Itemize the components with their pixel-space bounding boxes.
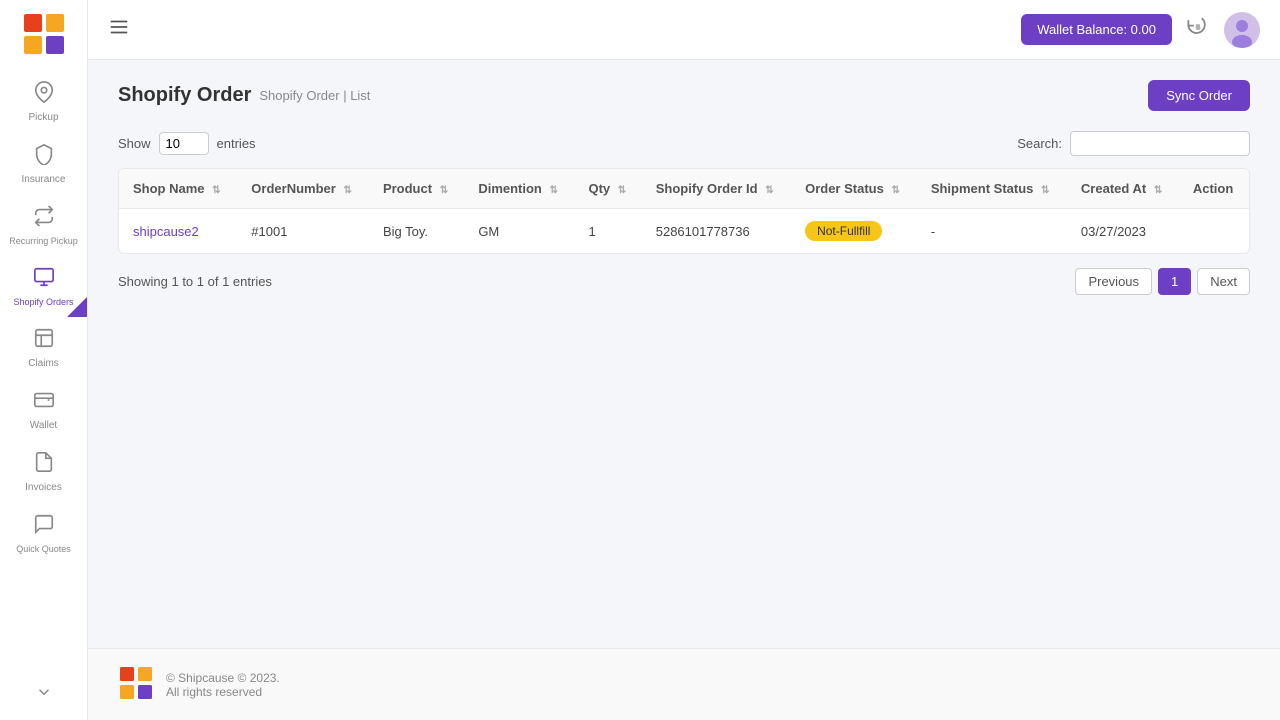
- col-shipment-status[interactable]: Shipment Status ⇅: [917, 169, 1067, 209]
- sidebar-item-recurring-label: Recurring Pickup: [5, 236, 82, 246]
- search-area: Search:: [1017, 131, 1250, 156]
- sidebar-item-wallet[interactable]: Wallet: [0, 379, 87, 441]
- search-label: Search:: [1017, 136, 1062, 151]
- sort-dimention-icon: ⇅: [550, 185, 558, 196]
- invoices-icon: [33, 451, 55, 479]
- sort-order-number-icon: ⇅: [343, 185, 351, 196]
- sidebar: Pickup Insurance Recurring Pickup Shopif…: [0, 0, 88, 720]
- footer-copyright: © Shipcause © 2023.: [166, 671, 280, 685]
- footer-logo: [118, 665, 154, 704]
- recurring-pickup-icon: [33, 205, 55, 233]
- pagination: Previous 1 Next: [1075, 268, 1250, 295]
- next-page-button[interactable]: Next: [1197, 268, 1250, 295]
- cell-created-at: 03/27/2023: [1067, 209, 1179, 254]
- sidebar-item-shopify-orders[interactable]: Shopify Orders: [0, 256, 87, 317]
- cell-order-status: Not-Fullfill: [791, 209, 917, 254]
- col-action: Action: [1179, 169, 1249, 209]
- wallet-balance-button[interactable]: Wallet Balance: 0.00: [1021, 14, 1172, 45]
- header: Wallet Balance: 0.00: [88, 0, 1280, 60]
- main-content: Wallet Balance: 0.00 Shopify O: [88, 0, 1280, 720]
- sort-created-at-icon: ⇅: [1154, 185, 1162, 196]
- sidebar-item-claims-label: Claims: [28, 358, 59, 369]
- col-dimention[interactable]: Dimention ⇅: [464, 169, 574, 209]
- chevron-down-icon: [35, 683, 53, 707]
- previous-page-button[interactable]: Previous: [1075, 268, 1152, 295]
- header-right: Wallet Balance: 0.00: [1021, 12, 1260, 48]
- hamburger-icon[interactable]: [108, 16, 130, 43]
- cell-shipment-status: -: [917, 209, 1067, 254]
- sidebar-item-wallet-label: Wallet: [30, 420, 57, 431]
- show-entries-area: Show entries: [118, 132, 256, 155]
- header-left: [108, 16, 130, 43]
- quick-quotes-icon: [33, 513, 55, 541]
- sidebar-item-quick-quotes-label: Quick Quotes: [12, 544, 75, 554]
- cell-qty: 1: [574, 209, 641, 254]
- shopify-orders-icon: [33, 266, 55, 294]
- breadcrumb: Shopify Order | List: [259, 88, 370, 103]
- cell-dimention: GM: [464, 209, 574, 254]
- avatar[interactable]: [1224, 12, 1260, 48]
- wallet-icon: [33, 389, 55, 417]
- page-header: Shopify Order Shopify Order | List Sync …: [118, 80, 1250, 111]
- showing-text: Showing 1 to 1 of 1 entries: [118, 274, 272, 289]
- col-order-status[interactable]: Order Status ⇅: [791, 169, 917, 209]
- footer-rights: All rights reserved: [166, 685, 280, 699]
- refresh-icon[interactable]: [1187, 16, 1209, 43]
- sidebar-item-insurance[interactable]: Insurance: [0, 133, 87, 195]
- entries-label: entries: [217, 136, 256, 151]
- col-order-number[interactable]: OrderNumber ⇅: [237, 169, 369, 209]
- insurance-icon: [33, 143, 55, 171]
- sort-product-icon: ⇅: [440, 185, 448, 196]
- sidebar-item-pickup-label: Pickup: [28, 112, 58, 123]
- sidebar-logo: [20, 10, 68, 61]
- sidebar-item-invoices-label: Invoices: [25, 482, 62, 493]
- sort-shop-name-icon: ⇅: [212, 185, 220, 196]
- col-qty[interactable]: Qty ⇅: [574, 169, 641, 209]
- sidebar-item-shopify-label: Shopify Orders: [9, 297, 77, 307]
- sidebar-item-insurance-label: Insurance: [22, 174, 66, 185]
- cell-action: [1179, 209, 1249, 254]
- col-shopify-order-id[interactable]: Shopify Order Id ⇅: [642, 169, 791, 209]
- table-wrapper: Shop Name ⇅ OrderNumber ⇅ Product ⇅ Di: [118, 168, 1250, 254]
- pagination-area: Showing 1 to 1 of 1 entries Previous 1 N…: [118, 268, 1250, 295]
- sort-shipment-status-icon: ⇅: [1041, 185, 1049, 196]
- page-title-area: Shopify Order Shopify Order | List: [118, 84, 370, 107]
- sidebar-item-recurring-pickup[interactable]: Recurring Pickup: [0, 195, 87, 256]
- search-input[interactable]: [1070, 131, 1250, 156]
- col-created-at[interactable]: Created At ⇅: [1067, 169, 1179, 209]
- sort-order-status-icon: ⇅: [891, 185, 899, 196]
- sidebar-more[interactable]: [0, 673, 87, 720]
- col-shop-name[interactable]: Shop Name ⇅: [119, 169, 237, 209]
- sidebar-item-claims[interactable]: Claims: [0, 317, 87, 379]
- page-1-button[interactable]: 1: [1158, 268, 1191, 295]
- claims-icon: [33, 327, 55, 355]
- sync-order-button[interactable]: Sync Order: [1148, 80, 1250, 111]
- sort-qty-icon: ⇅: [618, 185, 626, 196]
- show-label: Show: [118, 136, 151, 151]
- sidebar-item-quick-quotes[interactable]: Quick Quotes: [0, 503, 87, 564]
- cell-shop-name: shipcause2: [119, 209, 237, 254]
- footer-text-block: © Shipcause © 2023. All rights reserved: [166, 671, 280, 699]
- breadcrumb-link[interactable]: Shopify Order: [259, 88, 339, 103]
- footer: © Shipcause © 2023. All rights reserved: [88, 648, 1280, 720]
- content-spacer: [118, 295, 1250, 495]
- page-title: Shopify Order: [118, 84, 251, 107]
- sort-shopify-order-id-icon: ⇅: [765, 185, 773, 196]
- table-row: shipcause2 #1001 Big Toy. GM 1 528610177…: [119, 209, 1249, 254]
- breadcrumb-current: List: [350, 88, 370, 103]
- sidebar-item-pickup[interactable]: Pickup: [0, 71, 87, 133]
- page-content: Shopify Order Shopify Order | List Sync …: [88, 60, 1280, 648]
- orders-table: Shop Name ⇅ OrderNumber ⇅ Product ⇅ Di: [119, 169, 1249, 253]
- pickup-icon: [33, 81, 55, 109]
- status-badge: Not-Fullfill: [805, 221, 882, 241]
- cell-shopify-order-id: 5286101778736: [642, 209, 791, 254]
- cell-product: Big Toy.: [369, 209, 464, 254]
- table-header-row: Shop Name ⇅ OrderNumber ⇅ Product ⇅ Di: [119, 169, 1249, 209]
- cell-order-number: #1001: [237, 209, 369, 254]
- entries-input[interactable]: [159, 132, 209, 155]
- table-controls: Show entries Search:: [118, 131, 1250, 156]
- sidebar-item-invoices[interactable]: Invoices: [0, 441, 87, 503]
- col-product[interactable]: Product ⇅: [369, 169, 464, 209]
